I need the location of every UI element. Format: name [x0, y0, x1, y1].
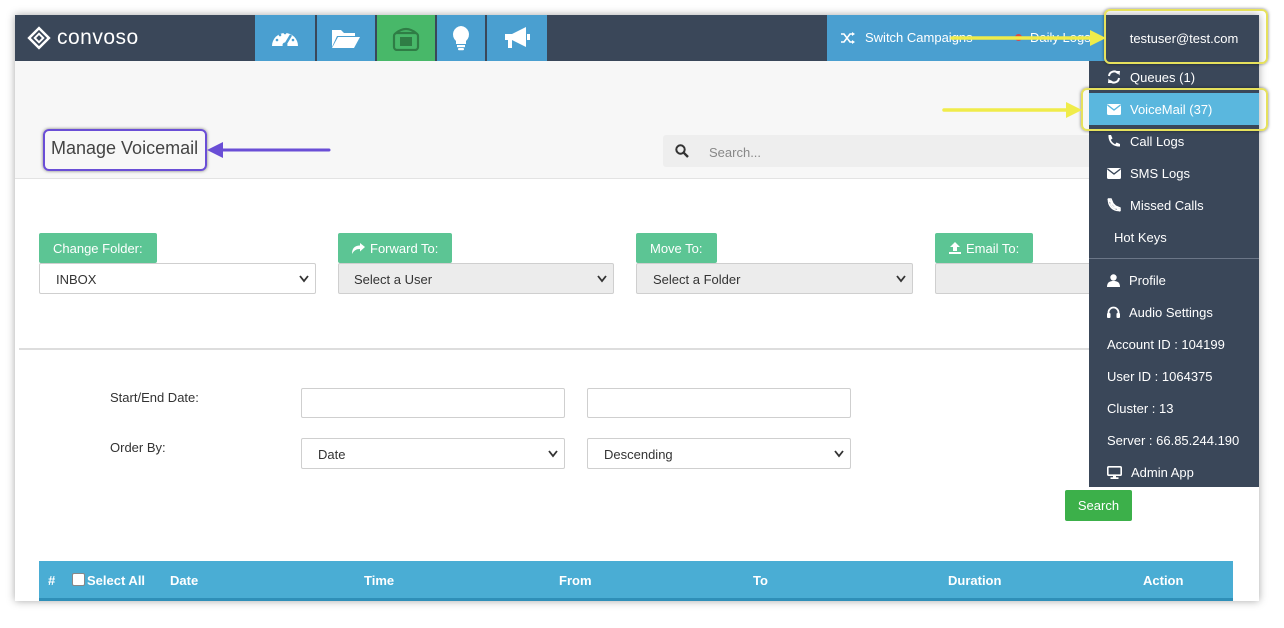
phone-icon: [1108, 135, 1120, 147]
brand-logo[interactable]: convoso: [27, 25, 139, 51]
column-header-time[interactable]: Time: [364, 573, 394, 588]
dashboard-icon: [272, 31, 298, 48]
move-to-label: Move To:: [650, 240, 703, 256]
chevron-down-icon: [834, 450, 844, 458]
search-button[interactable]: Search: [1065, 490, 1132, 521]
voicemail-highlight-box: [1081, 88, 1268, 131]
menu-item-label: Server : 66.85.244.190: [1107, 432, 1240, 448]
change-folder-value: INBOX: [56, 272, 97, 287]
menu-item-label: Audio Settings: [1129, 304, 1213, 320]
column-header-from[interactable]: From: [559, 573, 592, 588]
megaphone-icon: [505, 27, 530, 48]
share-icon: [352, 242, 365, 254]
menu-item-label: Cluster : 13: [1107, 400, 1174, 416]
menu-item-label: Missed Calls: [1130, 197, 1204, 213]
menu-item-label: User ID : 1064375: [1107, 368, 1213, 384]
folder-open-icon: [332, 30, 360, 48]
lightbulb-icon: [452, 26, 470, 51]
menu-item-user-id: User ID : 1064375: [1089, 360, 1259, 392]
column-header-action: Action: [1143, 573, 1184, 588]
menu-item-label: Call Logs: [1130, 133, 1185, 149]
change-folder-button[interactable]: Change Folder:: [39, 233, 157, 263]
shuffle-icon: [841, 31, 855, 44]
menu-item-label: Profile: [1129, 272, 1166, 288]
phone-icon: [392, 27, 420, 51]
forward-to-button[interactable]: Forward To:: [338, 233, 453, 263]
headphones-icon: [1107, 306, 1120, 318]
menu-item-profile[interactable]: Profile: [1089, 264, 1259, 296]
order-direction-select[interactable]: Descending: [587, 438, 851, 469]
voicemail-table-header: # Select All Date Time From To Duration …: [39, 561, 1233, 601]
nav-dashboard-button[interactable]: [255, 15, 317, 61]
move-to-select[interactable]: Select a Folder: [636, 263, 913, 294]
select-all-checkbox[interactable]: [72, 573, 85, 586]
menu-item-label: SMS Logs: [1130, 165, 1190, 181]
upload-icon: [949, 242, 961, 254]
menu-item-label: Hot Keys: [1114, 229, 1167, 245]
end-date-input[interactable]: [587, 388, 851, 418]
email-to-button[interactable]: Email To:: [935, 233, 1034, 263]
menu-item-label: Admin App: [1131, 464, 1194, 480]
menu-item-account-id: Account ID : 104199: [1089, 328, 1259, 360]
desktop-icon: [1107, 465, 1122, 479]
forward-to-value: Select a User: [354, 272, 433, 287]
nav-folder-button[interactable]: [317, 15, 377, 61]
nav-phone-button[interactable]: [377, 15, 437, 61]
menu-item-sms-logs[interactable]: SMS Logs: [1089, 157, 1259, 189]
refresh-icon: [1108, 70, 1120, 84]
order-direction-value: Descending: [604, 447, 673, 462]
search-input[interactable]: [707, 135, 1091, 169]
section-divider: [19, 348, 1089, 350]
search-box: [663, 135, 1103, 169]
email-to-label: Email To:: [966, 240, 1020, 256]
menu-item-label: Account ID : 104199: [1107, 336, 1225, 352]
chevron-down-icon: [896, 275, 906, 283]
envelope-icon: [1107, 167, 1121, 179]
user-icon: [1107, 273, 1120, 287]
user-highlight-box: [1104, 9, 1268, 64]
chevron-down-icon: [548, 450, 558, 458]
forward-to-label: Forward To:: [370, 240, 439, 256]
nav-ideas-button[interactable]: [437, 15, 487, 61]
order-by-label: Order By:: [110, 440, 166, 455]
start-date-input[interactable]: [301, 388, 565, 418]
move-to-value: Select a Folder: [653, 272, 741, 287]
menu-item-hot-keys[interactable]: Hot Keys: [1089, 221, 1259, 253]
menu-item-server: Server : 66.85.244.190: [1089, 424, 1259, 456]
purple-arrow-icon: [207, 142, 331, 158]
search-icon: [675, 144, 689, 158]
change-folder-label: Change Folder:: [53, 240, 143, 256]
yellow-arrow-icon: [942, 102, 1082, 118]
forward-to-select[interactable]: Select a User: [338, 263, 614, 294]
column-header-number: #: [48, 573, 56, 588]
column-header-date[interactable]: Date: [170, 573, 198, 588]
order-field-select[interactable]: Date: [301, 438, 565, 469]
menu-item-missed-calls[interactable]: Missed Calls: [1089, 189, 1259, 221]
menu-item-admin-app[interactable]: Admin App: [1089, 456, 1259, 488]
title-highlight-box: [43, 129, 207, 171]
change-folder-select[interactable]: INBOX: [39, 263, 316, 294]
move-to-button[interactable]: Move To:: [636, 233, 717, 263]
phone-slash-icon: [1107, 198, 1121, 212]
menu-item-audio-settings[interactable]: Audio Settings: [1089, 296, 1259, 328]
menu-item-label: Queues (1): [1130, 69, 1196, 85]
email-to-select[interactable]: [935, 263, 1095, 294]
order-field-value: Date: [318, 447, 346, 462]
convoso-logo-icon: [27, 26, 51, 50]
menu-divider: [1089, 258, 1259, 259]
date-range-label: Start/End Date:: [110, 390, 199, 405]
menu-item-cluster: Cluster : 13: [1089, 392, 1259, 424]
yellow-arrow-icon: [950, 30, 1106, 46]
chevron-down-icon: [597, 275, 607, 283]
nav-announce-button[interactable]: [487, 15, 549, 61]
chevron-down-icon: [299, 275, 309, 283]
column-header-to[interactable]: To: [753, 573, 768, 588]
main-nav: [255, 15, 549, 61]
column-header-select-all[interactable]: Select All: [87, 573, 145, 588]
brand-name: convoso: [57, 26, 139, 49]
column-header-duration[interactable]: Duration: [948, 573, 1001, 588]
